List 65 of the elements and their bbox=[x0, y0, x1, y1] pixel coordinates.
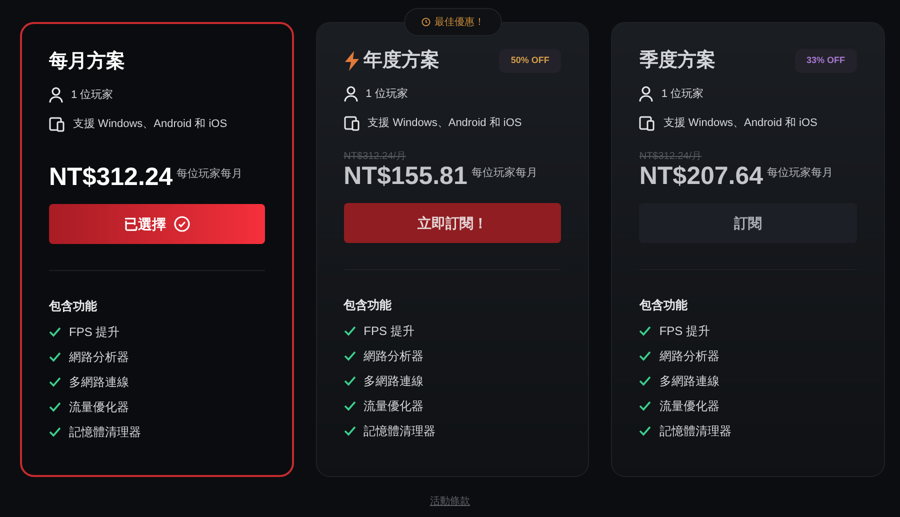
price: NT$155.81 bbox=[344, 161, 468, 191]
platform-support: 支援 Windows、Android 和 iOS bbox=[73, 116, 228, 132]
plan-button[interactable]: 已選擇 bbox=[49, 204, 265, 244]
plan-title: 季度方案 bbox=[639, 48, 716, 73]
player-count: 1 位玩家 bbox=[366, 86, 408, 102]
plan-button[interactable]: 立即訂閱！ bbox=[344, 203, 562, 243]
check-icon bbox=[344, 426, 356, 436]
check-icon bbox=[344, 376, 356, 386]
player-count: 1 位玩家 bbox=[71, 88, 114, 103]
features-heading: 包含功能 bbox=[344, 297, 393, 314]
check-icon bbox=[344, 400, 356, 410]
price-unit: 每位玩家每月 bbox=[767, 166, 834, 181]
check-icon bbox=[639, 400, 652, 410]
feature-item: 流量優化器 bbox=[364, 398, 424, 414]
check-icon bbox=[344, 350, 356, 360]
clock-icon bbox=[420, 17, 430, 27]
feature-item: 記憶體清理器 bbox=[69, 424, 141, 440]
original-price: NT$312.24/月 bbox=[344, 151, 406, 162]
price-unit: 每位玩家每月 bbox=[471, 166, 538, 181]
feature-item: 網路分析器 bbox=[364, 348, 424, 364]
feature-item: FPS 提升 bbox=[69, 324, 120, 340]
check-icon bbox=[639, 326, 652, 336]
check-icon bbox=[639, 376, 652, 386]
features-heading: 包含功能 bbox=[639, 297, 688, 314]
feature-item: 網路分析器 bbox=[69, 348, 129, 366]
check-icon bbox=[639, 426, 652, 436]
feature-item: 記憶體清理器 bbox=[659, 422, 732, 440]
check-icon bbox=[344, 326, 356, 336]
discount-badge: 50% OFF bbox=[498, 49, 562, 73]
price: NT$207.64 bbox=[639, 161, 764, 191]
check-icon bbox=[49, 402, 61, 412]
features-heading: 包含功能 bbox=[49, 298, 98, 315]
player-count: 1 位玩家 bbox=[661, 86, 704, 102]
check-icon bbox=[49, 426, 61, 436]
feature-item: 記憶體清理器 bbox=[364, 422, 436, 440]
feature-item: 多網路連線 bbox=[69, 374, 129, 390]
best-deal-tag: 最佳優惠！ bbox=[404, 8, 502, 36]
feature-item: 流量優化器 bbox=[69, 398, 129, 416]
check-circle-icon bbox=[174, 216, 190, 232]
user-icon bbox=[639, 86, 654, 102]
user-icon bbox=[344, 86, 358, 102]
lightning-icon bbox=[344, 51, 360, 71]
plan-title: 年度方案 bbox=[364, 48, 440, 73]
user-icon bbox=[49, 87, 63, 103]
check-icon bbox=[49, 376, 61, 386]
plan-button[interactable]: 訂閱 bbox=[639, 203, 858, 243]
discount-badge: 33% OFF bbox=[794, 49, 858, 73]
original-price: NT$312.24/月 bbox=[639, 151, 702, 162]
price: NT$312.24 bbox=[49, 162, 173, 192]
price-unit: 每位玩家每月 bbox=[176, 166, 243, 182]
devices-icon bbox=[639, 116, 656, 130]
platform-support: 支援 Windows、Android 和 iOS bbox=[368, 116, 522, 131]
feature-item: 多網路連線 bbox=[659, 372, 720, 390]
feature-item: FPS 提升 bbox=[659, 322, 710, 340]
devices-icon bbox=[49, 116, 65, 132]
feature-item: 流量優化器 bbox=[659, 398, 720, 414]
check-icon bbox=[639, 350, 652, 360]
platform-support: 支援 Windows、Android 和 iOS bbox=[663, 116, 818, 131]
devices-icon bbox=[344, 116, 360, 130]
plan-title: 每月方案 bbox=[49, 49, 125, 74]
feature-item: 多網路連線 bbox=[364, 372, 424, 390]
check-icon bbox=[49, 326, 61, 336]
feature-item: 網路分析器 bbox=[659, 348, 720, 364]
feature-item: FPS 提升 bbox=[364, 322, 414, 340]
check-icon bbox=[49, 352, 61, 362]
